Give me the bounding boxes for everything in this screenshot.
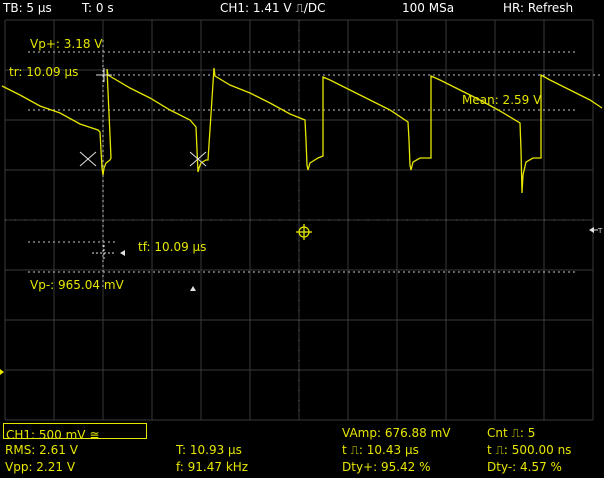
rms-readout: RMS: 2.61 V [5, 443, 78, 457]
channel-trigger-readout[interactable]: CH1: 1.41 V ⎍/DC [220, 1, 326, 16]
vpp-readout: Vpp: 2.21 V [5, 460, 76, 474]
ch1-scale-box[interactable]: CH1: 500 mV ≅ [3, 423, 147, 442]
vamp-readout: VAmp: 676.88 mV [342, 426, 451, 440]
mean-label: Mean: 2.59 V [462, 93, 542, 107]
measurement-panel: CH1: 500 mV ≅ RMS: 2.61 V Vpp: 2.21 V T:… [0, 422, 604, 478]
rise-time-label: tr: 10.09 µs [9, 65, 78, 79]
period-readout: T: 10.93 µs [176, 443, 242, 457]
sample-rate-readout: 100 MSa [402, 1, 455, 15]
vp-minus-label: Vp-: 965.04 mV [30, 278, 125, 292]
ch1-scale-label: CH1: 500 mV ≅ [6, 428, 100, 442]
scope-display[interactable]: T Vp+: 3.18 V tr: 10.09 µs Mean: 2.59 V … [0, 18, 604, 422]
fall-time-label: tf: 10.09 µs [138, 240, 206, 254]
pos-pulse-width-readout: t ⎍: 10.43 µs [342, 443, 419, 457]
pos-duty-readout: Dty+: 95.42 % [342, 460, 431, 474]
trigger-time-readout[interactable]: T: 0 s [82, 1, 114, 15]
vp-plus-label: Vp+: 3.18 V [30, 37, 103, 51]
trigger-marker-label: T [597, 227, 603, 235]
timebase-readout[interactable]: TB: 5 µs [3, 1, 52, 15]
status-bar: TB: 5 µs T: 0 s CH1: 1.41 V ⎍/DC 100 MSa… [0, 0, 604, 18]
neg-duty-readout: Dty-: 4.57 % [487, 460, 562, 474]
rising-count-readout: Cnt ⎍: 5 [487, 426, 536, 440]
neg-pulse-width-readout: t ⎍: 500.00 ns [487, 443, 572, 457]
horizontal-mode-readout[interactable]: HR: Refresh [503, 1, 573, 15]
frequency-readout: f: 91.47 kHz [176, 460, 249, 474]
